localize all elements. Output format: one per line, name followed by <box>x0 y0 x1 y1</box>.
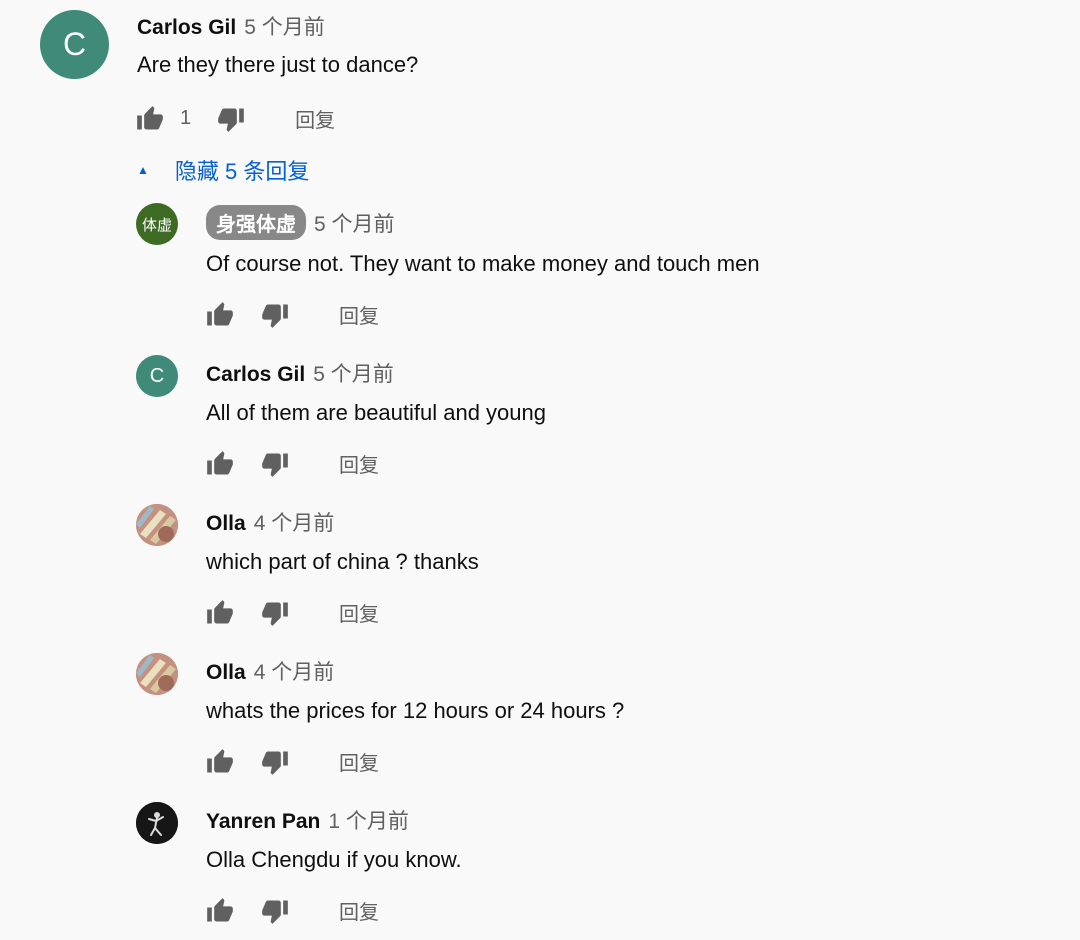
nail-art-photo <box>136 504 178 546</box>
avatar[interactable]: C <box>40 10 109 79</box>
reply-header: Olla 4 个月前 <box>206 656 334 686</box>
author-name[interactable]: Carlos Gil <box>206 363 305 387</box>
thumbs-down-icon[interactable] <box>261 599 289 627</box>
hide-replies-button[interactable]: ▲ 隐藏 5 条回复 <box>137 154 309 186</box>
thumbs-down-icon[interactable] <box>217 105 245 133</box>
reply-button[interactable]: 回复 <box>339 598 379 627</box>
comment-timestamp[interactable]: 5 个月前 <box>244 11 325 41</box>
reply-header: Yanren Pan 1 个月前 <box>206 805 409 835</box>
thumbs-up-icon[interactable] <box>206 748 234 776</box>
thumbs-down-icon[interactable] <box>261 897 289 925</box>
thumbs-down-icon[interactable] <box>261 450 289 478</box>
avatar[interactable]: C <box>136 355 178 397</box>
reply-header: 身强体虚 5 个月前 <box>206 205 395 240</box>
reply-header: Carlos Gil 5 个月前 <box>206 358 394 388</box>
reply-button[interactable]: 回复 <box>339 747 379 776</box>
reply-header: Olla 4 个月前 <box>206 507 334 537</box>
reply-actions: 回复 <box>206 598 379 627</box>
avatar-text: 体虚 <box>141 216 172 234</box>
author-name[interactable]: 身强体虚 <box>206 205 306 240</box>
reply-timestamp[interactable]: 4 个月前 <box>254 507 335 537</box>
reply-button[interactable]: 回复 <box>339 896 379 925</box>
reply-timestamp[interactable]: 4 个月前 <box>254 656 335 686</box>
reply-text: Of course not. They want to make money a… <box>206 251 760 276</box>
hide-replies-label: 隐藏 5 条回复 <box>174 159 310 184</box>
comment-header: Carlos Gil 5 个月前 <box>137 11 325 41</box>
reply-actions: 回复 <box>206 300 379 329</box>
caret-up-icon: ▲ <box>137 163 149 177</box>
thumbs-up-icon[interactable] <box>136 105 164 133</box>
reply-text: whats the prices for 12 hours or 24 hour… <box>206 698 625 723</box>
reply-actions: 回复 <box>206 896 379 925</box>
nail-art-photo <box>136 653 178 695</box>
figure-photo <box>136 802 178 844</box>
author-name[interactable]: Carlos Gil <box>137 16 236 40</box>
avatar[interactable] <box>136 504 178 546</box>
avatar[interactable] <box>136 802 178 844</box>
thumbs-up-icon[interactable] <box>206 897 234 925</box>
avatar-letter: C <box>62 26 87 62</box>
reply-actions: 回复 <box>206 747 379 776</box>
author-name[interactable]: Olla <box>206 512 246 536</box>
reply-timestamp[interactable]: 1 个月前 <box>328 805 409 835</box>
author-name[interactable]: Olla <box>206 661 246 685</box>
avatar[interactable]: 体虚 <box>136 203 178 245</box>
thumbs-down-icon[interactable] <box>261 748 289 776</box>
reply-button[interactable]: 回复 <box>339 449 379 478</box>
comment-actions: 1 回复 <box>136 104 335 133</box>
comment-text: Are they there just to dance? <box>137 52 419 77</box>
reply-text: Olla Chengdu if you know. <box>206 847 462 872</box>
thumbs-up-icon[interactable] <box>206 450 234 478</box>
reply-timestamp[interactable]: 5 个月前 <box>313 358 394 388</box>
avatar-letter: C <box>149 364 165 387</box>
avatar[interactable] <box>136 653 178 695</box>
thumbs-down-icon[interactable] <box>261 301 289 329</box>
thumbs-up-icon[interactable] <box>206 599 234 627</box>
reply-text: which part of china ? thanks <box>206 549 479 574</box>
reply-text: All of them are beautiful and young <box>206 400 547 425</box>
reply-timestamp[interactable]: 5 个月前 <box>314 208 395 238</box>
thumbs-up-icon[interactable] <box>206 301 234 329</box>
reply-button[interactable]: 回复 <box>339 300 379 329</box>
reply-actions: 回复 <box>206 449 379 478</box>
like-count: 1 <box>180 107 192 129</box>
author-name[interactable]: Yanren Pan <box>206 810 320 834</box>
reply-button[interactable]: 回复 <box>295 104 335 133</box>
